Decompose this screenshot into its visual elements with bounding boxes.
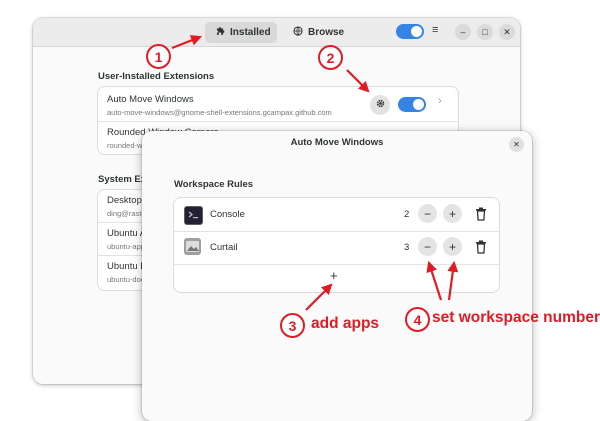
add-apps-label: add apps: [311, 315, 380, 332]
step-4-badge: 4: [405, 307, 430, 332]
step-3-badge: 3: [280, 313, 305, 338]
arrow-step2: [346, 69, 370, 93]
step-1-badge: 1: [146, 44, 171, 69]
arrow-step3: [305, 283, 333, 311]
arrow-step4b: [447, 260, 459, 301]
step-2-badge: 2: [318, 45, 343, 70]
arrow-step4a: [426, 260, 443, 301]
arrow-step1: [171, 35, 203, 50]
annotation-arrows: [171, 35, 459, 311]
set-workspace-number-label: set workspace number: [432, 309, 600, 326]
